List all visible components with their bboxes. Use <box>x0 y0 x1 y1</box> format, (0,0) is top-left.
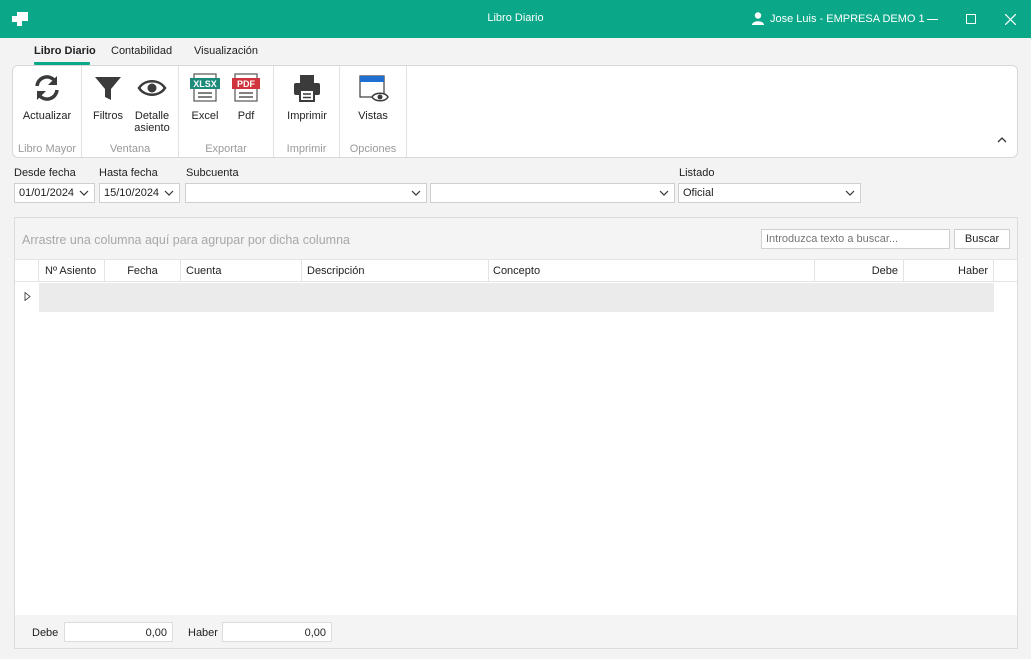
total-debe-label: Debe <box>32 627 59 639</box>
group-label-ventana: Ventana <box>109 143 151 155</box>
subcuenta-desde-select[interactable] <box>185 183 427 203</box>
hasta-fecha-picker[interactable]: 15/10/2024 <box>99 183 180 203</box>
listado-label: Listado <box>679 167 715 179</box>
ribbon-group-imprimir: Imprimir Imprimir <box>274 66 340 157</box>
excel-button[interactable]: XLSX Excel <box>187 72 223 122</box>
column-header-concepto[interactable]: Concepto <box>489 260 815 282</box>
ribbon-group-opciones: Vistas Opciones <box>340 66 407 157</box>
buscar-button[interactable]: Buscar <box>954 229 1010 249</box>
pdf-button[interactable]: PDF Pdf <box>229 72 263 122</box>
user-name: Jose Luis - EMPRESA DEMO 1 <box>770 12 925 25</box>
column-header-cuenta[interactable]: Cuenta <box>181 260 302 282</box>
filtros-button[interactable]: Filtros <box>88 72 128 122</box>
desde-fecha-label: Desde fecha <box>14 167 76 179</box>
column-header-debe[interactable]: Debe <box>815 260 904 282</box>
grid-header: Nº Asiento Fecha Cuenta Descripción Conc… <box>15 259 1017 282</box>
subcuenta-hasta-select[interactable] <box>430 183 675 203</box>
listado-select[interactable]: Oficial <box>678 183 861 203</box>
close-icon <box>1004 13 1016 25</box>
refresh-icon <box>35 75 59 101</box>
eye-icon <box>137 80 167 96</box>
xlsx-icon: XLSX <box>190 73 220 102</box>
hasta-fecha-value: 15/10/2024 <box>104 187 160 199</box>
group-hint-text: Arrastre una columna aquí para agrupar p… <box>22 233 350 247</box>
user-icon <box>752 12 764 25</box>
detalle-asiento-button[interactable]: Detalle asiento <box>130 72 174 134</box>
column-header-fecha[interactable]: Fecha <box>105 260 181 282</box>
chevron-down-icon <box>79 190 89 196</box>
total-haber-value: 0,00 <box>222 622 332 642</box>
data-grid: Arrastre una columna aquí para agrupar p… <box>14 217 1018 649</box>
chevron-down-icon <box>164 190 174 196</box>
listado-value: Oficial <box>683 187 714 199</box>
group-label-exportar: Exportar <box>205 143 247 155</box>
search-input[interactable] <box>761 229 950 249</box>
imprimir-button[interactable]: Imprimir <box>280 72 334 122</box>
pdf-label: Pdf <box>237 110 255 122</box>
asiento-label: asiento <box>134 122 170 134</box>
ribbon: Actualizar Libro Mayor Filtros Detalle a… <box>12 65 1018 158</box>
column-header-haber[interactable]: Haber <box>904 260 994 282</box>
tab-libro-diario[interactable]: Libro Diario <box>34 45 96 57</box>
total-debe-value: 0,00 <box>64 622 173 642</box>
close-button[interactable] <box>990 0 1030 38</box>
maximize-button[interactable] <box>951 0 991 38</box>
desde-fecha-picker[interactable]: 01/01/2024 <box>14 183 95 203</box>
totals-footer: Debe 0,00 Haber 0,00 <box>15 615 1017 648</box>
ribbon-tabs: Libro Diario Contabilidad Visualización <box>0 38 1031 64</box>
tab-contabilidad[interactable]: Contabilidad <box>111 45 172 57</box>
minimize-button[interactable] <box>912 0 952 38</box>
tab-visualizacion[interactable]: Visualización <box>194 45 258 57</box>
hasta-fecha-label: Hasta fecha <box>99 167 158 179</box>
pdf-badge-text: PDF <box>237 79 256 89</box>
xlsx-badge-text: XLSX <box>193 79 217 89</box>
actualizar-label: Actualizar <box>22 110 72 122</box>
imprimir-label: Imprimir <box>287 110 327 122</box>
filtros-label: Filtros <box>93 110 123 122</box>
chevron-down-icon <box>659 190 669 196</box>
subcuenta-label: Subcuenta <box>186 167 239 179</box>
desde-fecha-value: 01/01/2024 <box>19 187 75 199</box>
actualizar-button[interactable]: Actualizar <box>18 72 76 122</box>
vistas-label: Vistas <box>358 110 388 122</box>
chevron-down-icon <box>411 190 421 196</box>
minimize-icon <box>926 18 938 20</box>
title-bar: Libro Diario Jose Luis - EMPRESA DEMO 1 <box>0 0 1031 38</box>
ribbon-group-ventana: Filtros Detalle asiento Ventana <box>82 66 179 157</box>
row-expand-icon[interactable] <box>24 292 31 301</box>
views-icon <box>359 75 389 102</box>
group-panel[interactable]: Arrastre una columna aquí para agrupar p… <box>15 218 1017 259</box>
ribbon-group-libro-mayor: Actualizar Libro Mayor <box>13 66 82 157</box>
group-label-opciones: Opciones <box>349 143 397 155</box>
column-header-descripcion[interactable]: Descripción <box>302 260 489 282</box>
table-row[interactable] <box>15 282 1017 312</box>
filter-icon <box>95 77 121 100</box>
new-row-cell[interactable] <box>39 283 994 312</box>
user-badge[interactable]: Jose Luis - EMPRESA DEMO 1 <box>752 12 925 25</box>
collapse-ribbon-icon[interactable] <box>997 136 1007 143</box>
chevron-down-icon <box>845 190 855 196</box>
printer-icon <box>294 75 320 102</box>
column-header-asiento[interactable]: Nº Asiento <box>39 260 105 282</box>
group-label-libro-mayor: Libro Mayor <box>17 143 77 155</box>
row-indicator-header <box>15 260 39 282</box>
vistas-button[interactable]: Vistas <box>352 72 394 122</box>
maximize-icon <box>966 14 976 24</box>
detalle-label: Detalle <box>134 110 170 122</box>
ribbon-group-exportar: XLSX Excel PDF Pdf Exportar <box>179 66 274 157</box>
group-label-imprimir: Imprimir <box>286 143 327 155</box>
total-haber-label: Haber <box>188 627 218 639</box>
excel-label: Excel <box>191 110 219 122</box>
pdf-icon: PDF <box>232 73 260 102</box>
